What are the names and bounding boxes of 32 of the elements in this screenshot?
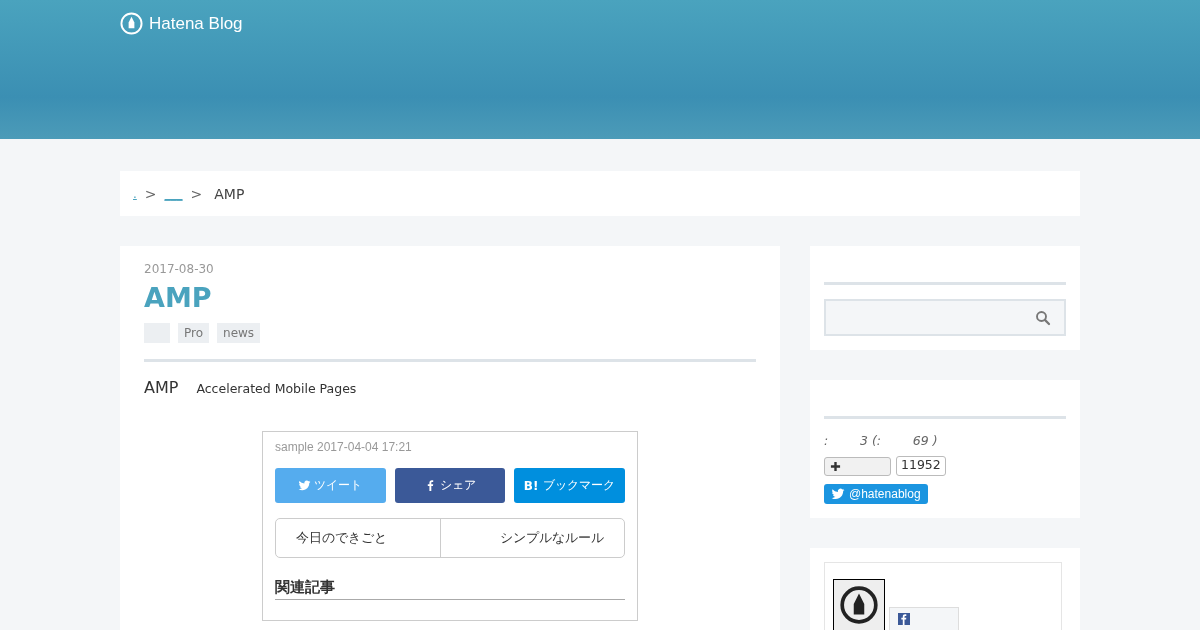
article-title[interactable]: AMP <box>144 282 756 313</box>
breadcrumb-current: AMP <box>214 185 245 202</box>
search-field[interactable] <box>824 299 1066 336</box>
tag-chip[interactable]: news <box>217 323 261 343</box>
share-button[interactable]: B! ブックマーク <box>514 468 625 503</box>
breadcrumb-separator: > <box>144 185 157 202</box>
pager-link[interactable]: 今日のできごと <box>276 519 440 557</box>
pager-link[interactable]: シンプルなルール <box>439 519 624 557</box>
tag-chip[interactable]: Pro <box>178 323 210 343</box>
lead-term: AMP <box>144 378 179 397</box>
breadcrumb-link[interactable]: . <box>133 186 137 201</box>
follow-button[interactable]: @hatenablog <box>824 484 928 504</box>
facebook-like-button[interactable] <box>889 607 959 630</box>
blog-logo[interactable]: Hatena Blog <box>120 12 243 35</box>
share-button[interactable]: ツイート <box>275 468 386 503</box>
facebook-icon <box>898 613 910 625</box>
pen-nib-icon <box>120 12 143 35</box>
lead-text: Accelerated Mobile Pages <box>196 381 357 396</box>
bird-icon <box>831 487 845 501</box>
plus-icon <box>830 460 841 472</box>
share-button[interactable]: シェア <box>394 468 506 503</box>
breadcrumb-separator: > <box>190 185 203 202</box>
article-date: 2017-08-30 <box>144 262 215 276</box>
breadcrumb-link[interactable]: ___ <box>164 186 183 201</box>
logo-text: Hatena Blog <box>149 13 243 34</box>
reader-stats: : 3 (: 69 ) <box>824 433 939 448</box>
search-icon[interactable] <box>1034 308 1052 327</box>
bird-icon <box>298 479 312 492</box>
sample-meta: sample 2017-04-04 17:21 <box>275 440 413 454</box>
subscribe-button[interactable] <box>824 456 891 476</box>
subscriber-count: 11952 <box>896 456 946 476</box>
related-heading: 関連記事 <box>275 578 625 600</box>
